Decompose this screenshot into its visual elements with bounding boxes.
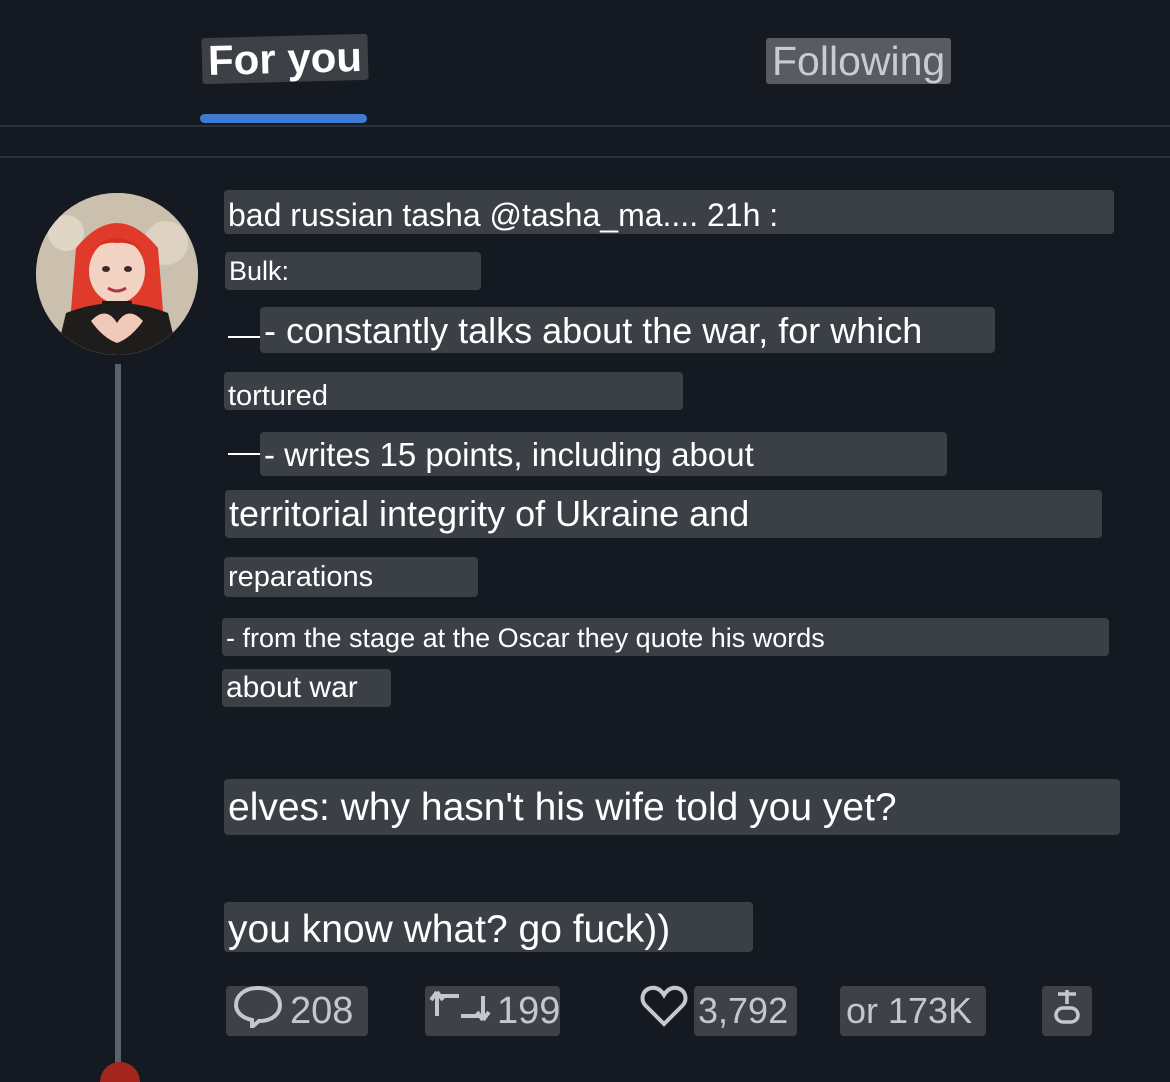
em-dash (228, 453, 262, 455)
post-header[interactable]: bad russian tasha @tasha_ma.... 21h : (224, 190, 1114, 234)
repost-count: 199 (497, 989, 561, 1032)
post-line: reparations (224, 557, 478, 597)
timeline-tabs: For you Following (0, 0, 1170, 127)
avatar-image (36, 193, 198, 355)
repost-icon (429, 986, 491, 1036)
tab-for-you[interactable]: For you (201, 33, 369, 85)
tabs-divider (0, 125, 1170, 127)
post-line: elves: why hasn't his wife told you yet? (224, 779, 1120, 835)
share-button[interactable] (1042, 986, 1092, 1036)
post-line: you know what? go fuck)) (224, 902, 753, 952)
reply-icon (232, 984, 284, 1038)
repost-button[interactable]: 199 (425, 986, 560, 1036)
share-icon (1052, 986, 1082, 1036)
feed-divider (0, 156, 1170, 158)
reply-count: 208 (290, 989, 354, 1032)
post-line: - constantly talks about the war, for wh… (260, 307, 995, 353)
post-line: Bulk: (225, 252, 481, 290)
like-icon (640, 984, 688, 1038)
post-line: tortured (224, 372, 683, 412)
thread-line (115, 364, 121, 1071)
post-line: - from the stage at the Oscar they quote… (222, 618, 1109, 656)
like-count-box: 3,792 (694, 986, 797, 1036)
active-tab-indicator (200, 114, 367, 123)
post-line: - writes 15 points, including about (260, 432, 947, 476)
next-post-avatar[interactable] (100, 1062, 140, 1082)
like-count: 3,792 (698, 990, 789, 1031)
like-button[interactable] (640, 984, 696, 1038)
views-button[interactable]: or 173K (840, 986, 986, 1036)
views-count: or 173K (846, 990, 973, 1031)
post-line: territorial integrity of Ukraine and (225, 490, 1102, 538)
avatar[interactable] (36, 193, 198, 355)
post-line: about war (222, 669, 391, 707)
reply-button[interactable]: 208 (226, 984, 368, 1038)
em-dash (228, 336, 262, 338)
tab-following[interactable]: Following (766, 38, 952, 84)
